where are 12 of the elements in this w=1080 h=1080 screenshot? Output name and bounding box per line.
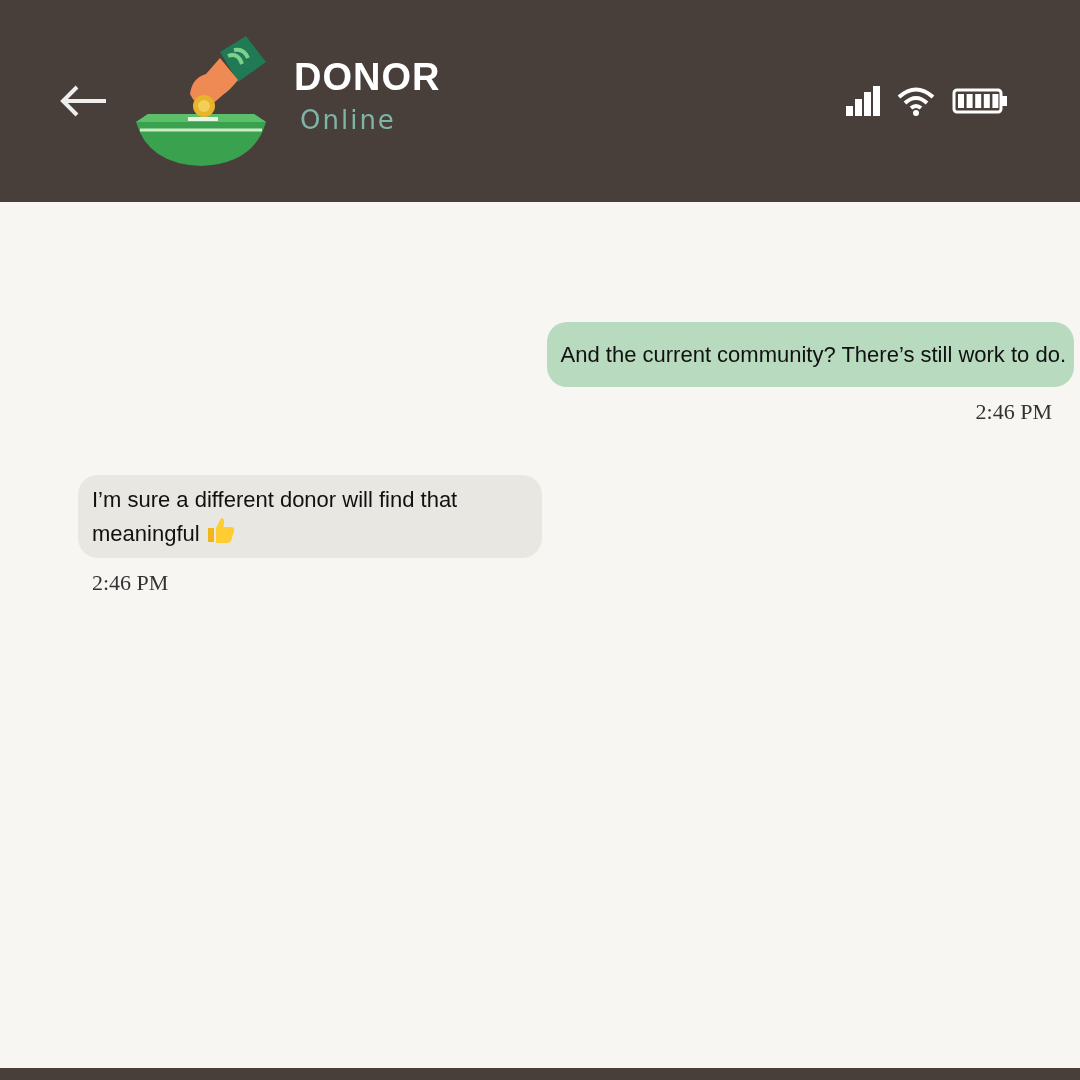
received-message: I’m sure a different donor will find that meaningful (78, 475, 542, 558)
battery-icon (952, 88, 1008, 114)
sent-message: And the current community? There’s still work to do. (546, 322, 1074, 387)
thumbs-up-icon (205, 516, 236, 544)
message-time: 2:46 PM (91, 570, 170, 596)
wifi-icon (896, 86, 936, 116)
message-time: 2:46 PM (974, 399, 1053, 425)
back-arrow-icon[interactable] (60, 84, 108, 118)
donation-bowl-icon (134, 34, 268, 168)
signal-icon (846, 86, 880, 116)
contact-name: DONOR (294, 55, 441, 99)
online-status: Online (299, 104, 397, 135)
